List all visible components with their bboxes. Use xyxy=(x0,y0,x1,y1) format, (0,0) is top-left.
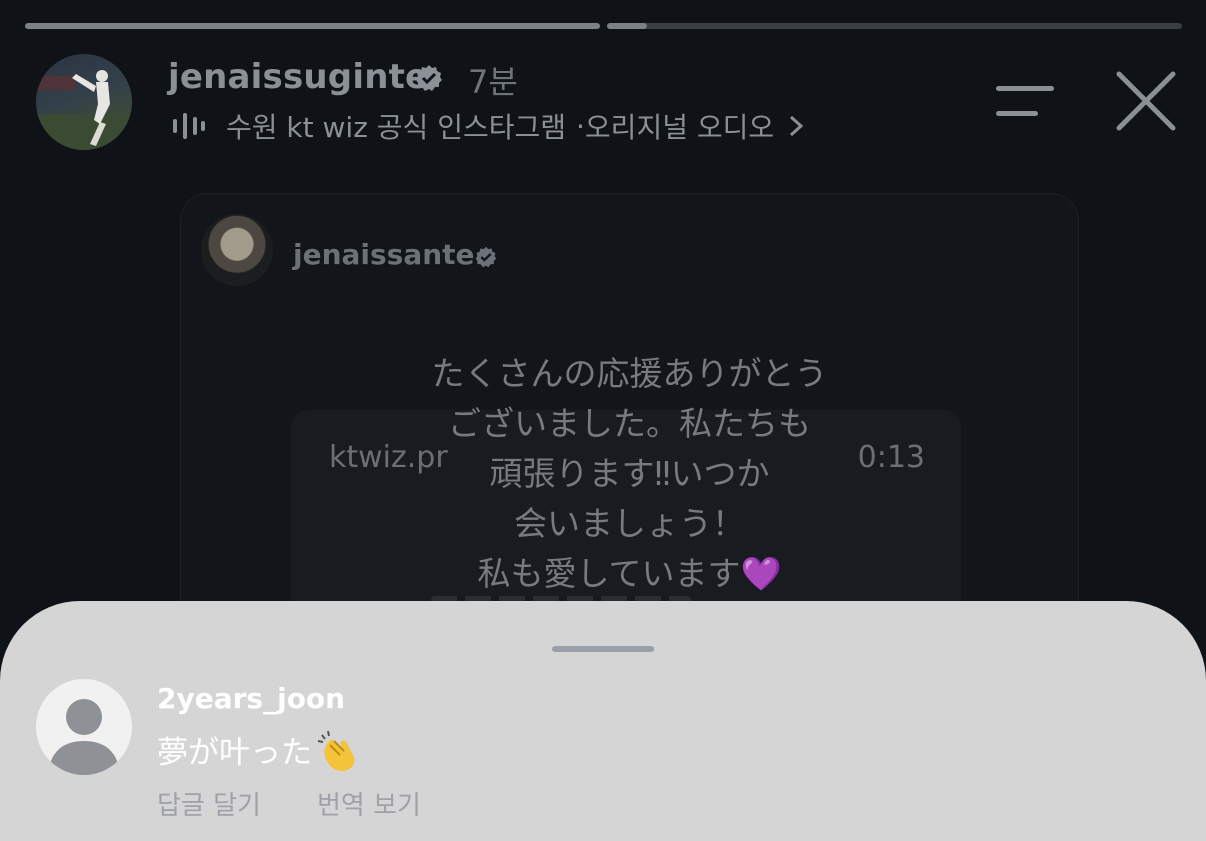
shared-post-username: jenaissante xyxy=(293,238,475,271)
audio-separator: · xyxy=(576,109,585,143)
message-line: 私も愛しています💜 xyxy=(477,554,782,593)
progress-fill-2 xyxy=(607,23,648,29)
message-line: ございました。私たちも xyxy=(448,404,811,443)
message-line: 会いましょう！ xyxy=(514,504,745,543)
verified-badge-icon xyxy=(416,65,442,91)
message-line: たくさんの応援ありがとう xyxy=(431,354,828,393)
story-progress-bar-1 xyxy=(25,23,600,29)
story-author-username[interactable]: jenaissuginte xyxy=(168,57,428,97)
commenter-username[interactable]: 2years_joon xyxy=(157,682,345,715)
shared-post-avatar xyxy=(201,214,273,286)
audio-attribution[interactable]: 수원 kt wiz 공식 인스타그램 · 오리지널 오디오 xyxy=(172,108,804,144)
comment-text: 夢が叶った xyxy=(157,727,360,773)
clapping-hands-icon xyxy=(317,730,355,771)
commenter-avatar[interactable] xyxy=(36,679,132,775)
translate-link[interactable]: 번역 보기 xyxy=(317,785,421,822)
menu-icon[interactable] xyxy=(994,84,1056,120)
reply-link[interactable]: 답글 달기 xyxy=(157,785,261,822)
audio-type: 오리지널 오디오 xyxy=(584,111,775,144)
audio-title: 수원 kt wiz 공식 인스타그램 xyxy=(226,111,567,144)
message-line: 頑張ります‼︎いつか xyxy=(489,454,770,493)
shared-post-message: たくさんの応援ありがとう ございました。私たちも 頑張ります‼︎いつか 会いまし… xyxy=(361,349,898,599)
story-time-ago: 7분 xyxy=(468,63,518,101)
default-profile-icon xyxy=(48,699,120,775)
comment-body: 夢が叶った xyxy=(157,735,312,771)
progress-fill-1 xyxy=(25,23,600,29)
verified-badge-icon xyxy=(475,246,497,268)
story-progress-bar-2 xyxy=(607,23,1182,29)
comment-sheet[interactable]: 2years_joon 夢が叶った 답글 달기 번역 보기 xyxy=(0,601,1206,841)
story-author-avatar[interactable] xyxy=(36,54,132,150)
audio-bars-icon xyxy=(173,113,205,139)
sheet-drag-handle[interactable] xyxy=(552,646,654,652)
close-icon[interactable] xyxy=(1115,70,1177,132)
chevron-right-icon xyxy=(790,115,804,137)
